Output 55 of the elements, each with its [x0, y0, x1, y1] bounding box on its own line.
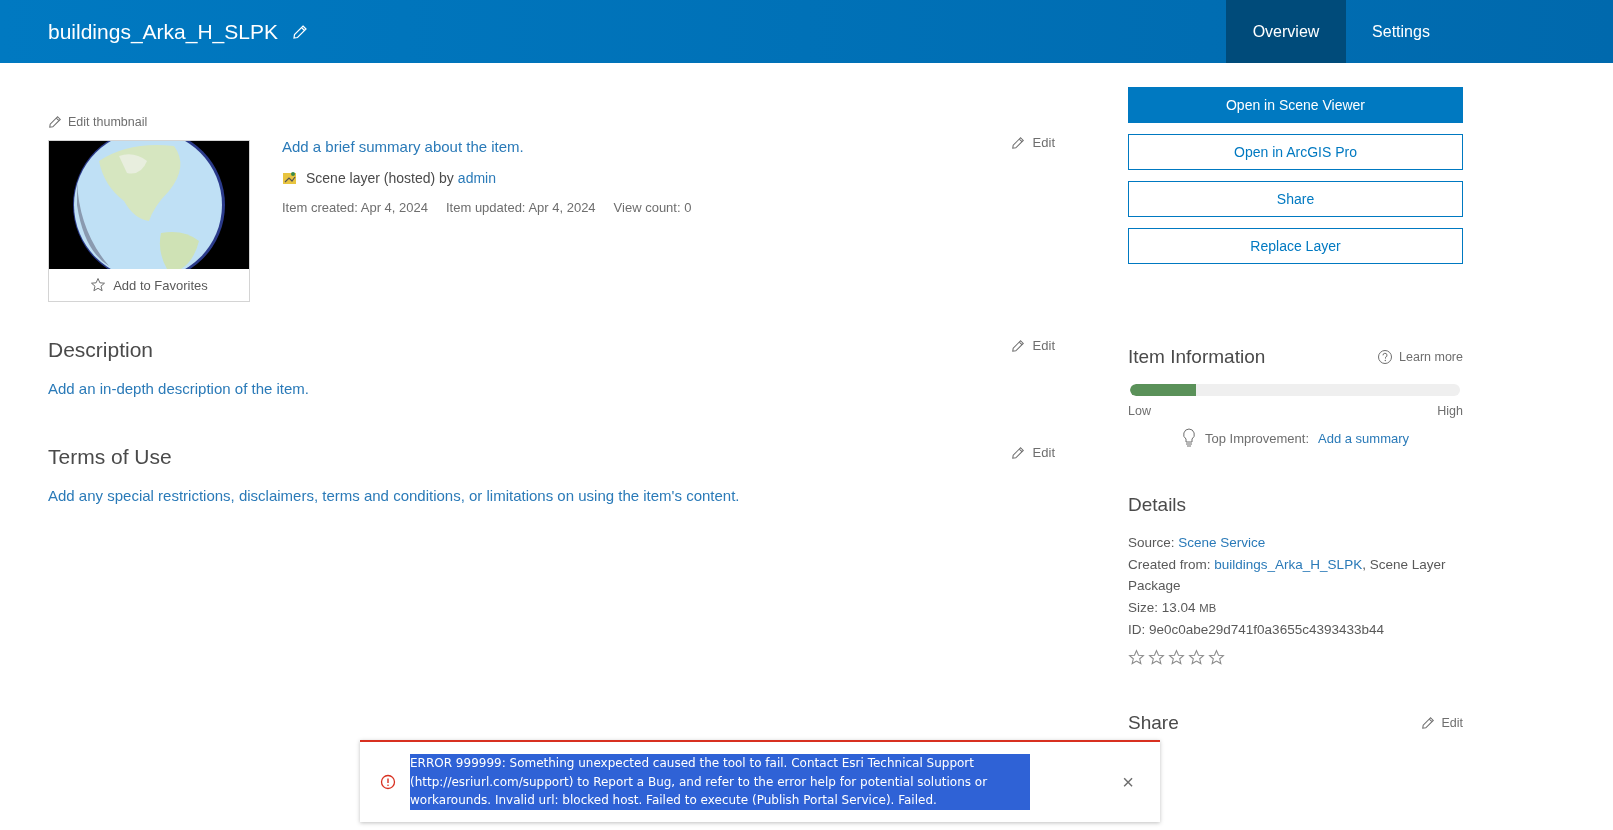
edit-thumbnail-link[interactable]: Edit thumbnail: [48, 115, 148, 129]
action-button[interactable]: Share: [1128, 181, 1463, 217]
section-heading: Terms of Use: [48, 445, 172, 469]
help-icon: [1377, 349, 1394, 365]
edit-link[interactable]: Edit: [1010, 338, 1055, 353]
improvement-link[interactable]: Add a summary: [1318, 430, 1410, 446]
edit-link[interactable]: Edit: [1010, 135, 1055, 150]
id-text: ID: 9e0c0abe29d741f0a3655c4393433b44: [1128, 621, 1385, 639]
size-text: Size: 13.04 MB: [1128, 598, 1218, 617]
source-text: Source: Scene Service: [1128, 534, 1267, 552]
item-type-text: Scene layer (hosted) by: [306, 170, 454, 186]
low-label: Low: [1128, 404, 1151, 418]
meta-text: View count: 0: [613, 200, 692, 215]
section-heading: Description: [48, 338, 154, 362]
error-message: ERROR 999999: Something unexpected caused the tool to fail. Contact Esri Technical Support (http://esriurl.com/support) to Report a Bug, and refer to the error help for potential solutions or workarounds. Invalid url: blocked host. Failed to execute (Publish Portal Service). Failed.: [410, 754, 1030, 810]
star-icon: [1148, 648, 1165, 666]
owner-link[interactable]: admin: [457, 170, 496, 186]
edit-link[interactable]: Edit: [1421, 715, 1463, 730]
star-icon: [1188, 648, 1205, 666]
improvement-label: Top Improvement:: [1204, 430, 1309, 446]
tab[interactable]: Overview: [1226, 0, 1346, 63]
section-link[interactable]: Add an in-depth description of the item.: [48, 380, 309, 397]
section-heading: Share: [1128, 711, 1179, 734]
pencil-icon: [1010, 338, 1025, 353]
edit-title-button[interactable]: [292, 23, 308, 40]
meta-text: Item updated: Apr 4, 2024: [446, 200, 596, 215]
lightbulb-icon: [1181, 428, 1196, 448]
close-button[interactable]: ×: [1116, 769, 1140, 795]
item-title: buildings_Arka_H_SLPK: [48, 19, 278, 44]
section-link[interactable]: Add any special restrictions, disclaimers, terms and conditions, or limitations on using the item's content.: [48, 487, 740, 504]
created-from-text: Created from: buildings_Arka_H_SLPK, Scene Layer Package: [1128, 555, 1447, 595]
star-icon: [90, 277, 107, 293]
section-heading: Details: [1128, 494, 1187, 516]
tab[interactable]: Settings: [1346, 0, 1456, 63]
layer-icon: [282, 170, 298, 186]
pencil-icon: [1421, 715, 1436, 730]
star-icon: [1128, 648, 1145, 666]
pencil-icon: [48, 115, 62, 129]
pencil-icon: [1010, 445, 1025, 460]
meta-text: Item created: Apr 4, 2024: [282, 200, 428, 215]
pencil-icon: [292, 23, 308, 40]
pencil-icon: [1010, 135, 1025, 150]
source-link[interactable]: Scene Service: [1178, 535, 1266, 550]
high-label: High: [1437, 404, 1463, 418]
section-heading: Item Information: [1128, 346, 1266, 368]
action-button[interactable]: Open in ArcGIS Pro: [1128, 134, 1463, 170]
error-icon: [380, 774, 396, 790]
edit-link[interactable]: Edit: [1010, 445, 1055, 460]
learn-more-link[interactable]: Learn more: [1377, 349, 1463, 365]
star-icon: [1208, 648, 1225, 666]
add-to-favorites-button[interactable]: Add to Favorites: [49, 269, 249, 301]
action-button[interactable]: Open in Scene Viewer: [1128, 87, 1463, 123]
action-button[interactable]: Replace Layer: [1128, 228, 1463, 264]
star-icon: [1168, 648, 1185, 666]
summary-link[interactable]: Add a brief summary about the item.: [282, 138, 524, 155]
